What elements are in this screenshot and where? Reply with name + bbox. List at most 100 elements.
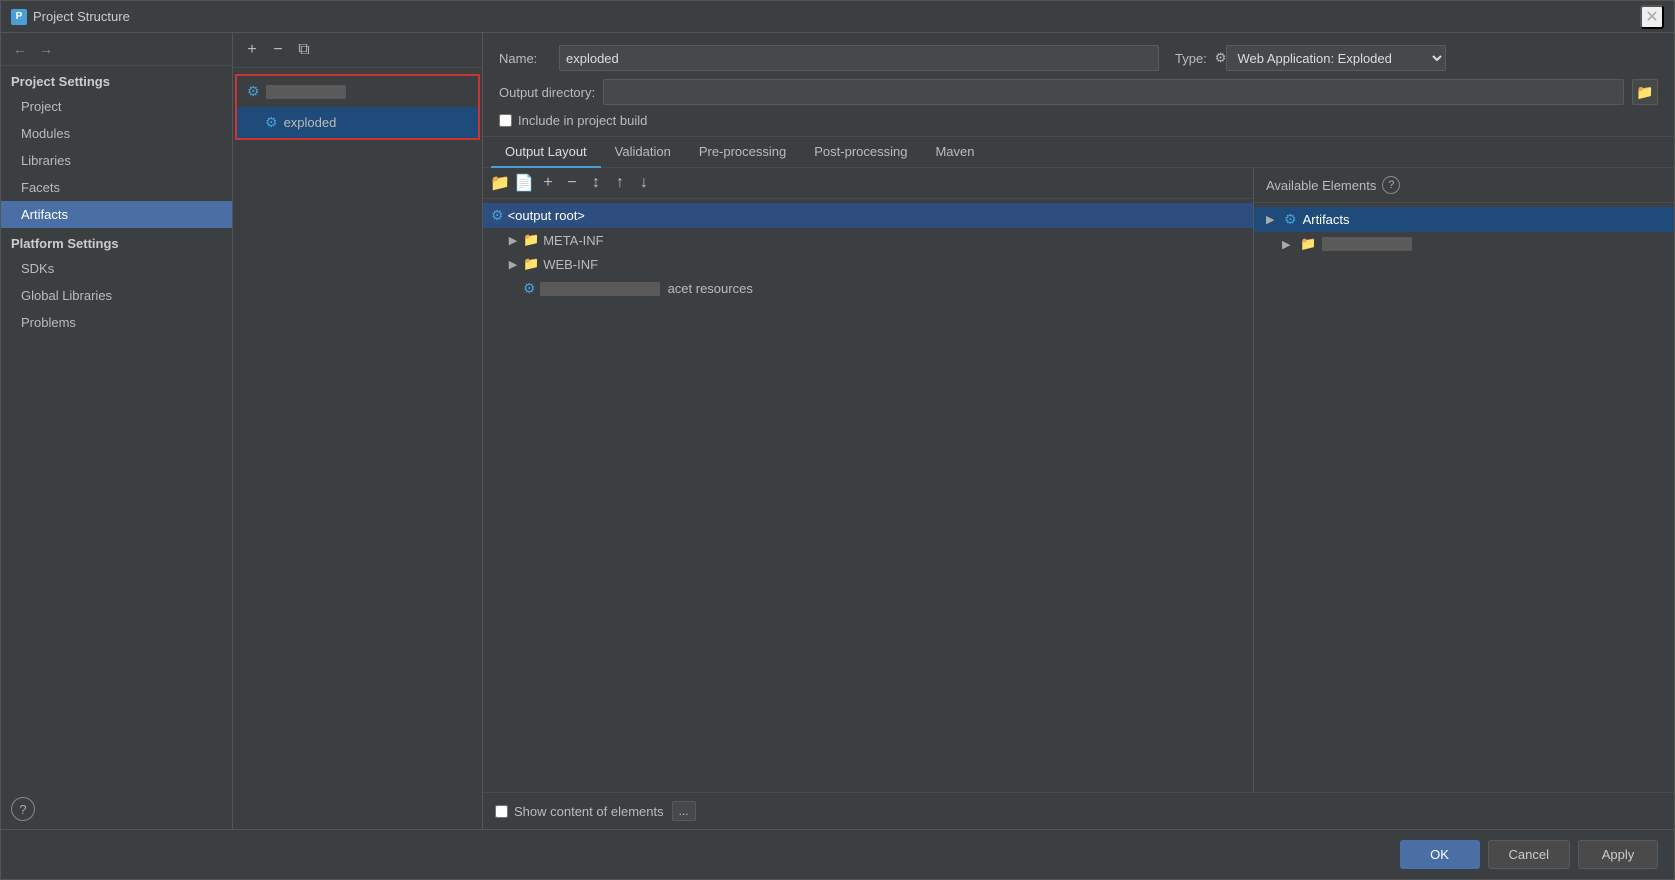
project-settings-header[interactable]: Project Settings [1,66,232,93]
meta-inf-expand-icon: ▶ [507,234,519,246]
available-elements-panel: Available Elements ? ▶ ⚙ Artifacts [1254,168,1674,792]
add-artifact-button[interactable]: + [241,39,263,61]
show-content-row: Show content of elements [495,804,664,819]
tree-btn-add[interactable]: + [537,172,559,194]
detail-panel: Name: Type: ⚙ Web Application: Exploded … [483,33,1674,829]
nav-arrows: ← → [1,33,232,66]
tree-panel: 📁 📄 + − ↕ ↑ ↓ ⚙ <output ro [483,168,1254,792]
close-button[interactable]: ✕ [1640,5,1664,29]
web-inf-label: WEB-INF [543,257,598,272]
sidebar-item-facets[interactable]: Facets [1,174,232,201]
include-label: Include in project build [518,113,647,128]
project-structure-dialog: P Project Structure ✕ ← → Project Settin… [0,0,1675,880]
avail-item-blurred[interactable]: ▶ 📁 [1254,232,1674,256]
output-dir-row: Output directory: 📁 [499,79,1658,105]
tree-btn-sort[interactable]: ↕ [585,172,607,194]
blurred-item-label [1322,237,1412,251]
include-checkbox[interactable] [499,114,512,127]
ok-button[interactable]: OK [1400,840,1480,869]
cancel-button[interactable]: Cancel [1488,840,1570,869]
help-button[interactable]: ? [11,797,35,821]
blurred-expand-icon: ▶ [1282,238,1294,251]
tree-item-output-root[interactable]: ⚙ <output root> [483,203,1253,228]
tab-validation[interactable]: Validation [601,137,685,168]
artifact-item-container: ⚙ ⚙ exploded [235,74,480,140]
artifact-item-parent[interactable]: ⚙ [237,76,478,107]
include-row: Include in project build [499,113,1658,128]
tab-output-layout[interactable]: Output Layout [491,137,601,168]
tree-item-web-inf[interactable]: ▶ 📁 WEB-INF [483,252,1253,276]
available-elements-content: ▶ ⚙ Artifacts ▶ 📁 [1254,203,1674,792]
sidebar-item-project[interactable]: Project [1,93,232,120]
tree-btn-down[interactable]: ↓ [633,172,655,194]
artifact-list-panel: + − ⧉ ⚙ ⚙ exploded [233,33,483,829]
output-root-label: <output root> [508,208,585,223]
tree-toolbar: 📁 📄 + − ↕ ↑ ↓ [483,168,1253,199]
sidebar-item-global-libraries[interactable]: Global Libraries [1,282,232,309]
copy-artifact-button[interactable]: ⧉ [293,39,315,61]
artifact-item-exploded[interactable]: ⚙ exploded [237,107,478,138]
main-content: ← → Project Settings Project Modules Lib… [1,33,1674,829]
artifact-list-toolbar: + − ⧉ [233,33,482,68]
tree-btn-folder[interactable]: 📁 [489,172,511,194]
output-dir-label: Output directory: [499,85,595,100]
artifacts-gear-icon: ⚙ [1284,211,1297,228]
tab-maven[interactable]: Maven [921,137,988,168]
avail-item-artifacts[interactable]: ▶ ⚙ Artifacts [1254,207,1674,232]
tree-item-facet-resources[interactable]: ⚙ acet resources [483,276,1253,301]
tabs-bar: Output Layout Validation Pre-processing … [483,137,1674,168]
browse-button[interactable]: 📁 [1632,79,1658,105]
facet-resources-label: acet resources [668,281,753,296]
sidebar-item-sdks[interactable]: SDKs [1,255,232,282]
tree-btn-remove[interactable]: − [561,172,583,194]
sidebar: ← → Project Settings Project Modules Lib… [1,33,233,829]
meta-inf-folder-icon: 📁 [523,232,539,248]
detail-header: Name: Type: ⚙ Web Application: Exploded … [483,33,1674,137]
dialog-icon: P [11,9,27,25]
tree-btn-file[interactable]: 📄 [513,172,535,194]
tab-pre-processing[interactable]: Pre-processing [685,137,800,168]
dialog-title: Project Structure [33,9,1640,24]
name-label: Name: [499,51,559,66]
artifact-exploded-gear-icon: ⚙ [265,114,278,131]
web-inf-folder-icon: 📁 [523,256,539,272]
available-elements-title: Available Elements [1266,178,1376,193]
title-bar: P Project Structure ✕ [1,1,1674,33]
dialog-buttons: OK Cancel Apply [1,829,1674,879]
show-content-checkbox[interactable] [495,805,508,818]
remove-artifact-button[interactable]: − [267,39,289,61]
output-layout-panel: 📁 📄 + − ↕ ↑ ↓ ⚙ <output ro [483,168,1674,792]
facet-resources-icon: ⚙ [523,280,536,297]
nav-back[interactable]: ← [9,39,31,59]
artifact-parent-label [266,85,346,99]
blurred-item-icon: 📁 [1300,236,1316,252]
sidebar-item-problems[interactable]: Problems [1,309,232,336]
content-panel: + − ⧉ ⚙ ⚙ exploded [233,33,1674,829]
nav-forward[interactable]: → [35,39,57,59]
apply-button[interactable]: Apply [1578,840,1658,869]
sidebar-item-modules[interactable]: Modules [1,120,232,147]
sidebar-item-artifacts[interactable]: Artifacts [1,201,232,228]
available-help-icon[interactable]: ? [1382,176,1400,194]
web-inf-expand-icon: ▶ [507,258,519,270]
name-input[interactable] [559,45,1159,71]
type-select[interactable]: Web Application: Exploded [1226,45,1446,71]
artifacts-expand-icon: ▶ [1266,213,1278,226]
available-elements-header: Available Elements ? [1254,168,1674,203]
meta-inf-label: META-INF [543,233,603,248]
platform-settings-header[interactable]: Platform Settings [1,228,232,255]
artifacts-label: Artifacts [1303,212,1350,227]
tree-btn-up[interactable]: ↑ [609,172,631,194]
sidebar-bottom: ? [1,789,232,829]
output-dir-input[interactable] [603,79,1624,105]
tree-item-meta-inf[interactable]: ▶ 📁 META-INF [483,228,1253,252]
sidebar-item-libraries[interactable]: Libraries [1,147,232,174]
type-label: Type: [1175,51,1207,66]
facet-blurred-prefix [540,282,660,296]
tab-post-processing[interactable]: Post-processing [800,137,921,168]
artifact-exploded-label: exploded [284,115,337,130]
type-icon: ⚙ [1215,50,1227,66]
bottom-bar: Show content of elements ... [483,792,1674,829]
ellipsis-button[interactable]: ... [672,801,696,821]
tree-content: ⚙ <output root> ▶ 📁 META-INF [483,199,1253,792]
